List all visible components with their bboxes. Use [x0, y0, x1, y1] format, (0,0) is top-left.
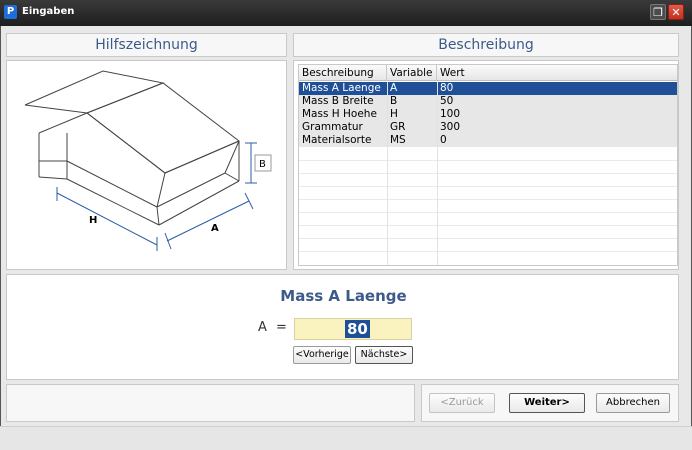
grid-line: [299, 199, 677, 200]
cell-beschreibung: Mass A Laenge: [302, 82, 381, 94]
footer-info-area: [6, 384, 415, 422]
table-row[interactable]: Mass B Breite B 50: [299, 95, 677, 108]
dim-label-b: B: [259, 159, 266, 170]
drawing-panel: H A B: [6, 60, 287, 270]
header-beschreibung: Beschreibung: [293, 33, 679, 57]
cell-beschreibung: Materialsorte: [302, 134, 372, 146]
cell-variable: MS: [390, 134, 406, 146]
editor-title: Mass A Laenge: [280, 287, 407, 305]
maximize-icon[interactable]: ❐: [650, 4, 666, 20]
dim-label-h: H: [89, 215, 97, 226]
header-hilfszeichnung: Hilfszeichnung: [6, 33, 287, 57]
cell-variable: GR: [390, 121, 406, 133]
grid-column-line: [387, 81, 388, 265]
grid-line: [299, 251, 677, 252]
cell-wert: 0: [440, 134, 447, 146]
weiter-button[interactable]: Weiter>: [509, 393, 585, 413]
grid-line: [299, 186, 677, 187]
grid-line: [299, 212, 677, 213]
cell-wert: 80: [440, 82, 454, 94]
box-drawing: H A B: [24, 70, 272, 251]
value-input-text[interactable]: 80: [345, 320, 370, 338]
grid-line: [299, 173, 677, 174]
field-equals-sign: =: [276, 320, 287, 335]
field-variable-label: A: [258, 320, 267, 335]
cell-wert: 50: [440, 95, 454, 107]
close-icon[interactable]: ✕: [668, 4, 684, 20]
cell-beschreibung: Mass B Breite: [302, 95, 374, 107]
cell-beschreibung: Grammatur: [302, 121, 363, 133]
app-icon: P: [4, 5, 17, 19]
cell-beschreibung: Mass H Hoehe: [302, 108, 377, 120]
cell-variable: H: [390, 108, 398, 120]
table-row[interactable]: Materialsorte MS 0: [299, 134, 677, 147]
cell-variable: A: [390, 82, 398, 94]
cell-variable: B: [390, 95, 398, 107]
previous-button[interactable]: <Vorherige: [293, 346, 351, 364]
table-row[interactable]: Grammatur GR 300: [299, 121, 677, 134]
grid-line: [299, 225, 677, 226]
next-field-button[interactable]: Nächste>: [355, 346, 413, 364]
variables-table[interactable]: Beschreibung Variable Wert Mass A Laenge…: [298, 64, 678, 266]
cancel-button[interactable]: Abbrechen: [596, 393, 670, 413]
window-title: Eingaben: [22, 6, 75, 17]
dim-label-a: A: [211, 223, 219, 234]
grid-line: [299, 160, 677, 161]
table-row[interactable]: Mass H Hoehe H 100: [299, 108, 677, 121]
grid-column-line: [437, 81, 438, 265]
status-bar: [0, 426, 692, 450]
value-input[interactable]: 80: [294, 318, 412, 340]
table-row[interactable]: Mass A Laenge A 80: [299, 82, 677, 95]
back-button[interactable]: <Zurück: [429, 393, 495, 413]
title-bar: P Eingaben ❐ ✕: [0, 0, 692, 26]
column-header-wert[interactable]: Wert: [437, 65, 677, 81]
cell-wert: 300: [440, 121, 461, 133]
grid-line: [299, 238, 677, 239]
cell-wert: 100: [440, 108, 461, 120]
column-header-beschreibung[interactable]: Beschreibung: [299, 65, 387, 81]
column-header-variable[interactable]: Variable: [387, 65, 437, 81]
table-header: Beschreibung Variable Wert: [299, 65, 677, 81]
